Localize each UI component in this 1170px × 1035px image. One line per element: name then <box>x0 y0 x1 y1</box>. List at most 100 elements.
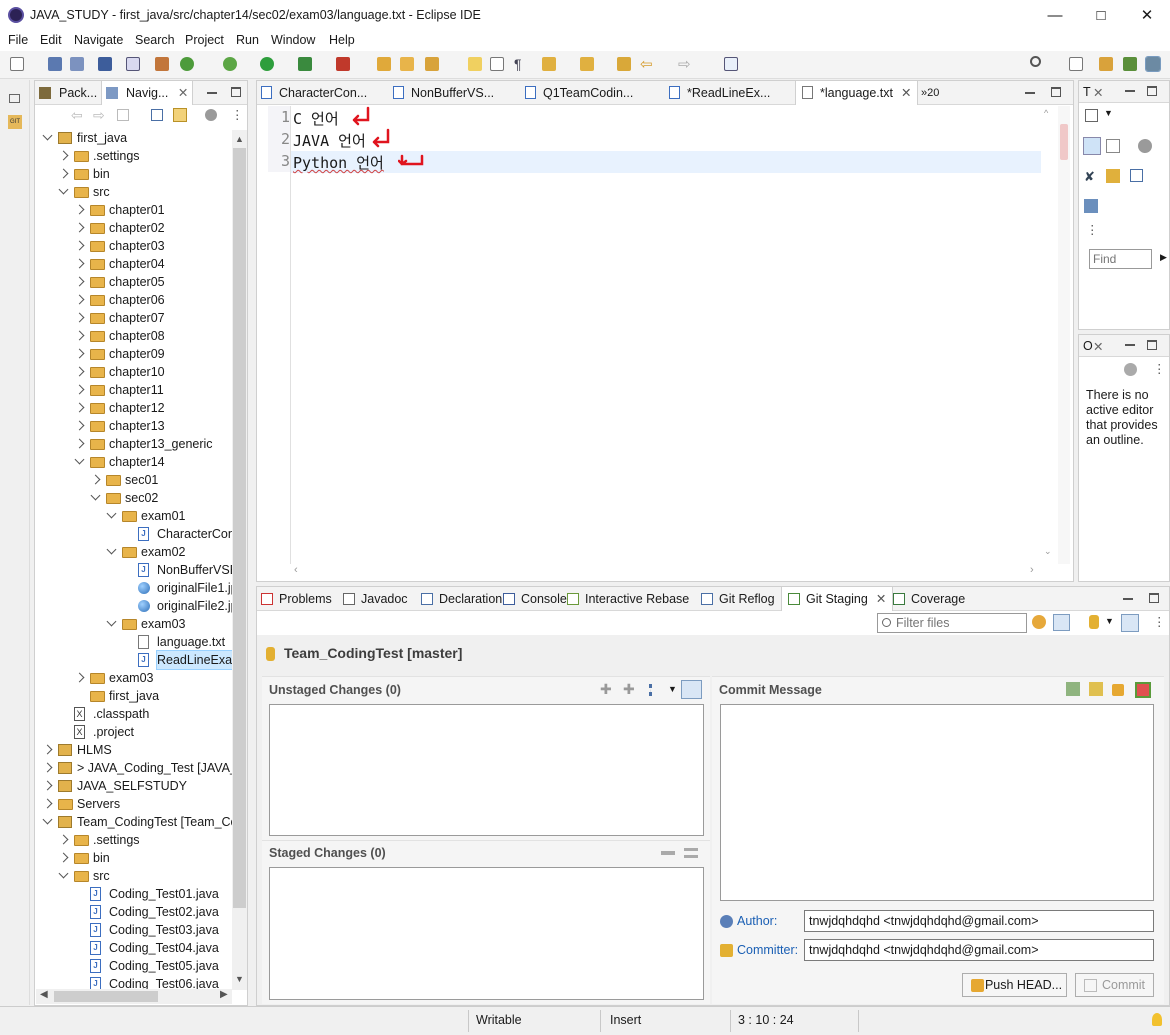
tree-item[interactable]: bin <box>36 165 232 183</box>
bottom-tab[interactable]: Declaration <box>421 587 502 611</box>
chevron-right-icon[interactable] <box>74 258 85 269</box>
tree-item[interactable]: chapter01 <box>36 201 232 219</box>
tree-item[interactable]: exam02 <box>36 543 232 561</box>
spell-check-icon[interactable] <box>1066 682 1080 696</box>
categorize-icon[interactable] <box>1083 137 1101 155</box>
tree-item[interactable]: chapter05 <box>36 273 232 291</box>
chevron-right-icon[interactable] <box>42 798 53 809</box>
maximize-view-icon[interactable] <box>1147 86 1157 96</box>
hide-completed-icon[interactable]: ✘ <box>1084 169 1098 184</box>
tree-item[interactable]: exam01 <box>36 507 232 525</box>
prev-annotation-icon[interactable] <box>580 57 594 71</box>
commit-button[interactable]: Commit <box>1075 973 1154 997</box>
chevron-down-icon[interactable]: ▼ <box>1104 108 1113 118</box>
chevron-right-icon[interactable] <box>74 330 85 341</box>
chevron-right-icon[interactable] <box>74 438 85 449</box>
collapse-all-icon[interactable] <box>151 109 163 121</box>
close-button[interactable]: ✕ <box>1124 0 1170 31</box>
lightbulb-icon[interactable] <box>1152 1013 1162 1026</box>
link-selection-icon[interactable] <box>1053 614 1070 631</box>
tree-item[interactable]: HLMS <box>36 741 232 759</box>
sort-icon[interactable] <box>681 680 702 699</box>
tree-item[interactable]: chapter02 <box>36 219 232 237</box>
menu-help[interactable]: Help <box>329 33 355 47</box>
tab-task-list[interactable]: T <box>1083 85 1091 99</box>
block-selection-icon[interactable] <box>490 57 504 71</box>
view-menu-icon[interactable]: ⋮ <box>231 107 244 122</box>
editor-tab[interactable]: Q1TeamCodin... <box>525 81 633 105</box>
chevron-down-icon[interactable] <box>58 868 69 879</box>
tree-item[interactable]: J Coding_Test01.java <box>36 885 232 903</box>
maximize-view-icon[interactable] <box>1147 340 1157 350</box>
maximize-view-icon[interactable] <box>1051 87 1061 97</box>
chevron-right-icon[interactable] <box>58 834 69 845</box>
author-label[interactable]: Author: <box>737 914 777 928</box>
chevron-right-icon[interactable] <box>42 762 53 773</box>
minimize-view-icon[interactable] <box>207 92 217 94</box>
editor-tab[interactable]: NonBufferVS... <box>393 81 494 105</box>
focus-icon[interactable] <box>1106 139 1120 153</box>
external-tools-icon[interactable] <box>336 57 350 71</box>
collapse-icon[interactable] <box>1130 169 1143 182</box>
chevron-right-icon[interactable] <box>90 474 101 485</box>
new-icon[interactable] <box>10 57 24 71</box>
build-icon[interactable] <box>155 57 169 71</box>
menu-window[interactable]: Window <box>271 33 315 47</box>
tree-vertical-scrollbar[interactable]: ▲ ▼ <box>232 130 247 990</box>
tree-item[interactable]: originalFile1.jp <box>36 579 232 597</box>
tree-item[interactable]: chapter12 <box>36 399 232 417</box>
editor-horizontal-scrollbar[interactable]: ‹ › <box>290 564 1041 578</box>
refresh-icon[interactable] <box>1032 615 1046 629</box>
close-icon[interactable]: ✕ <box>901 86 911 100</box>
wand-icon[interactable] <box>425 57 439 71</box>
editor-tab[interactable]: CharacterCon... <box>261 81 367 105</box>
chevron-down-icon[interactable] <box>106 616 117 627</box>
tree-item[interactable]: J Coding_Test06.java <box>36 975 232 990</box>
bottom-tab[interactable]: Git Reflog <box>701 587 775 611</box>
restore-icon[interactable] <box>9 94 20 103</box>
tree-item[interactable]: J Coding_Test02.java <box>36 903 232 921</box>
code-line[interactable]: JAVA 언어 <box>293 130 366 151</box>
minimize-view-icon[interactable] <box>1125 344 1135 346</box>
chevron-right-icon[interactable] <box>74 348 85 359</box>
chevron-down-icon[interactable] <box>106 508 117 519</box>
tree-item[interactable]: chapter06 <box>36 291 232 309</box>
chevron-down-icon[interactable]: ▼ <box>1105 616 1114 626</box>
open-folder-icon[interactable] <box>400 57 414 71</box>
chevron-right-icon[interactable] <box>74 402 85 413</box>
debug-perspective-icon[interactable] <box>1123 57 1137 71</box>
chevron-down-icon[interactable]: ▼ <box>668 684 677 694</box>
stage-all-icon[interactable]: ✚ <box>623 682 638 696</box>
tree-item[interactable]: chapter04 <box>36 255 232 273</box>
git-repositories-icon[interactable]: GIT <box>8 115 22 129</box>
presentation-icon[interactable] <box>1121 614 1139 632</box>
bottom-tab[interactable]: Git Staging ✕ <box>781 587 894 612</box>
tree-item[interactable]: Servers <box>36 795 232 813</box>
refresh-icon[interactable] <box>180 57 194 71</box>
tree-item[interactable]: bin <box>36 849 232 867</box>
tree-item[interactable]: src <box>36 183 232 201</box>
tab-navigator[interactable]: Navig... ✕ <box>101 81 194 105</box>
tree-item[interactable]: exam03 <box>36 615 232 633</box>
chevron-right-icon[interactable] <box>74 420 85 431</box>
bottom-tab[interactable]: Interactive Rebase <box>567 587 689 611</box>
save-icon[interactable] <box>48 57 62 71</box>
chevron-right-icon[interactable] <box>74 672 85 683</box>
change-id-icon[interactable] <box>1135 682 1151 698</box>
tree-item[interactable]: sec01 <box>36 471 232 489</box>
coverage-icon[interactable] <box>298 57 312 71</box>
chevron-right-icon[interactable] <box>74 240 85 251</box>
tab-package-explorer[interactable]: Pack... <box>39 81 97 105</box>
bottom-tab[interactable]: Javadoc <box>343 587 408 611</box>
minimize-view-icon[interactable] <box>1123 598 1133 600</box>
close-icon[interactable]: ✕ <box>1093 339 1103 354</box>
minimize-view-icon[interactable] <box>1025 92 1035 94</box>
chevron-right-icon[interactable]: ▶ <box>1160 252 1167 263</box>
filter-icon[interactable] <box>1124 363 1137 376</box>
tree-item[interactable]: J Coding_Test03.java <box>36 921 232 939</box>
repository-icon[interactable] <box>1089 615 1099 629</box>
commit-message-input[interactable] <box>720 704 1154 901</box>
chevron-down-icon[interactable] <box>90 490 101 501</box>
back-icon[interactable]: ⇦ <box>640 55 653 73</box>
code-line[interactable]: Python 언어 <box>293 152 384 173</box>
